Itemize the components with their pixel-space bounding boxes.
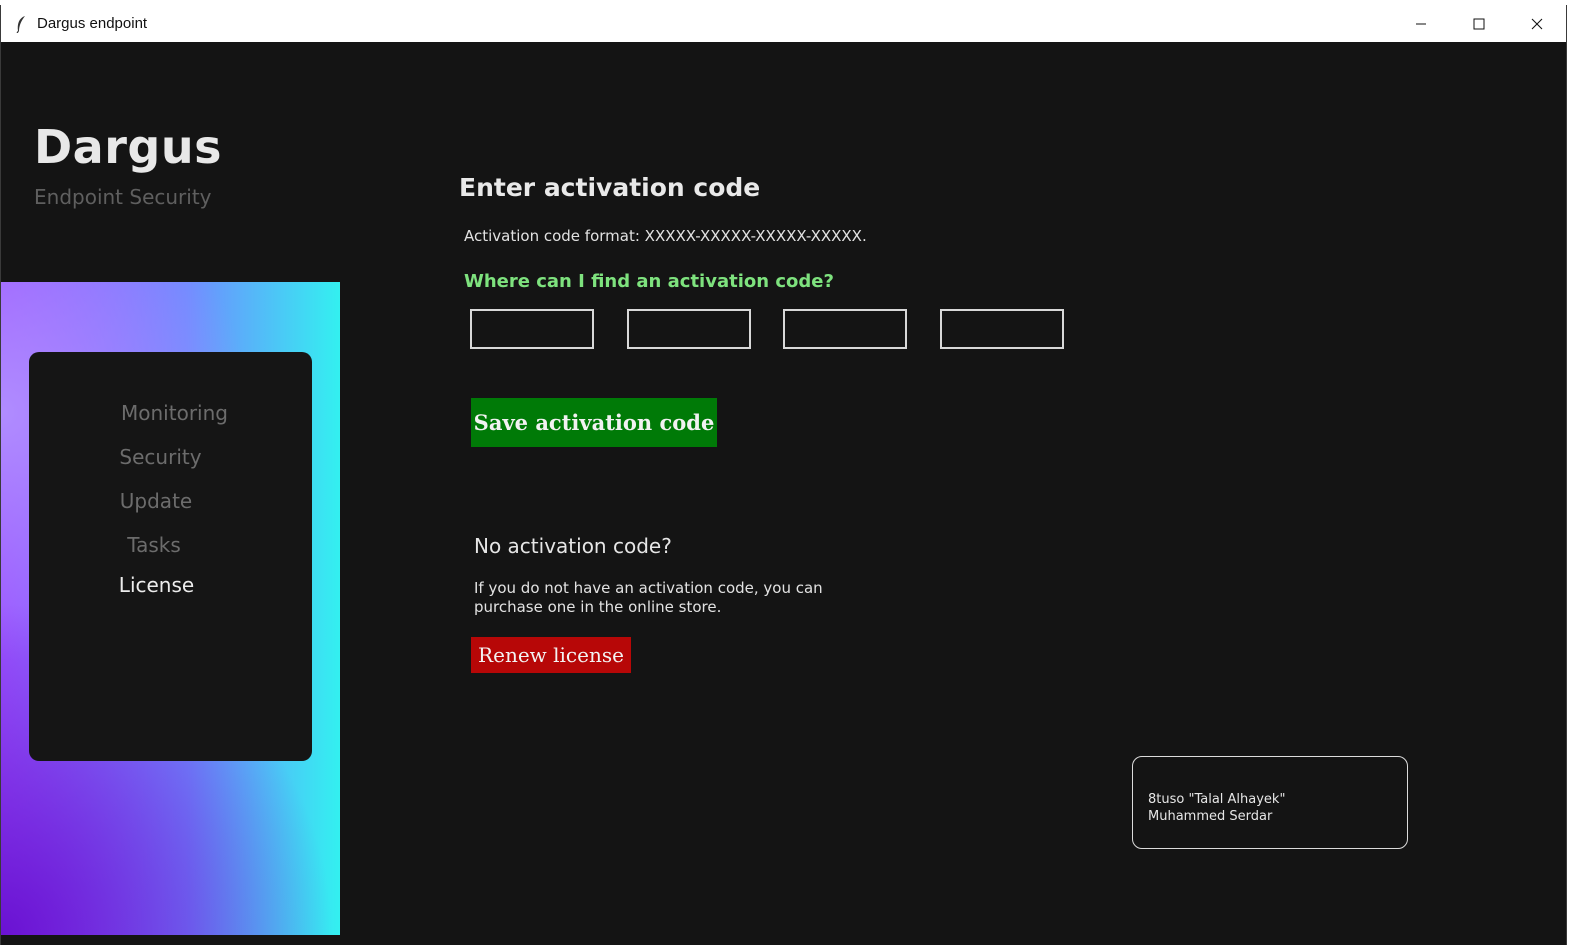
sidebar-item-tasks[interactable]: Tasks bbox=[29, 533, 312, 557]
activation-format-text: Activation code format: XXXXX-XXXXX-XXXX… bbox=[464, 227, 867, 245]
app-window: Dargus endpoint Dargus Endpoint Security bbox=[0, 5, 1567, 945]
maximize-button[interactable] bbox=[1450, 5, 1508, 42]
minimize-button[interactable] bbox=[1392, 5, 1450, 42]
credits-line-2: Muhammed Serdar bbox=[1148, 809, 1273, 824]
activation-code-field-1[interactable] bbox=[470, 309, 594, 349]
brand-title: Dargus bbox=[34, 120, 222, 174]
window-title: Dargus endpoint bbox=[37, 15, 148, 32]
close-icon bbox=[1531, 18, 1543, 29]
sidebar-item-update[interactable]: Update bbox=[29, 489, 312, 513]
close-button[interactable] bbox=[1508, 5, 1566, 42]
feather-icon bbox=[13, 15, 29, 33]
sidebar-item-security[interactable]: Security bbox=[29, 445, 312, 469]
activation-code-field-4[interactable] bbox=[940, 309, 1064, 349]
no-activation-heading: No activation code? bbox=[474, 534, 672, 558]
no-activation-text: If you do not have an activation code, y… bbox=[474, 579, 823, 616]
sidebar-item-license[interactable]: License bbox=[29, 573, 312, 597]
minimize-icon bbox=[1416, 23, 1426, 24]
title-bar[interactable]: Dargus endpoint bbox=[1, 5, 1566, 42]
window-controls bbox=[1392, 5, 1566, 42]
activation-heading: Enter activation code bbox=[459, 173, 761, 202]
credits-box: 8tuso "Talal Alhayek" Muhammed Serdar bbox=[1132, 756, 1408, 849]
credits-line-1: 8tuso "Talal Alhayek" bbox=[1148, 792, 1286, 807]
save-activation-code-button[interactable]: Save activation code bbox=[471, 398, 717, 447]
sidebar: Monitoring Security Update Tasks License bbox=[1, 282, 340, 935]
sidebar-item-monitoring[interactable]: Monitoring bbox=[29, 401, 312, 425]
maximize-icon bbox=[1473, 18, 1485, 29]
activation-code-field-2[interactable] bbox=[627, 309, 751, 349]
activation-help-link[interactable]: Where can I find an activation code? bbox=[464, 271, 834, 292]
renew-license-button[interactable]: Renew license bbox=[471, 637, 631, 673]
activation-code-field-3[interactable] bbox=[783, 309, 907, 349]
brand-subtitle: Endpoint Security bbox=[34, 185, 212, 209]
sidebar-nav: Monitoring Security Update Tasks License bbox=[29, 352, 312, 761]
